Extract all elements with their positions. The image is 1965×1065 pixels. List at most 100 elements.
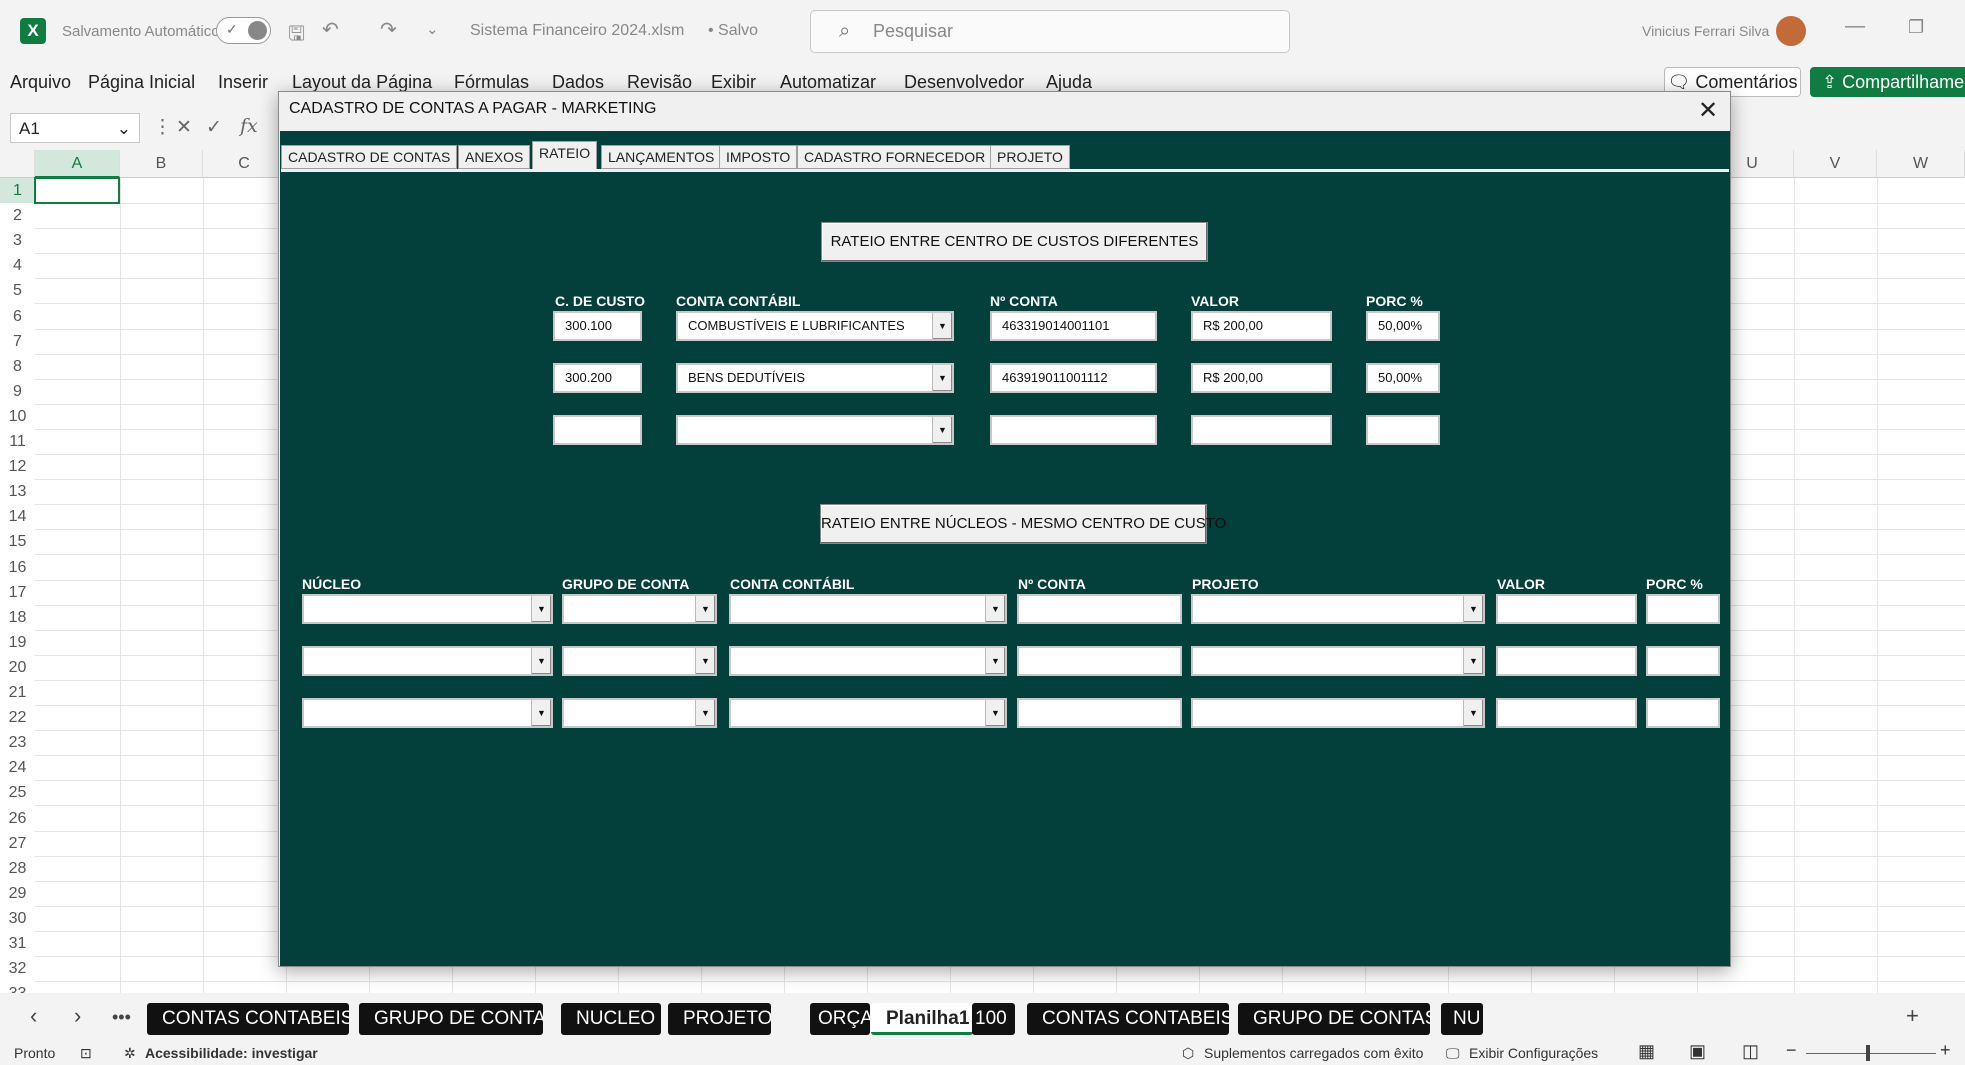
row-header[interactable]: 24 xyxy=(0,755,35,780)
valor-field[interactable] xyxy=(1191,415,1332,445)
undo-icon[interactable]: ↶ xyxy=(322,17,339,42)
row-header[interactable]: 11 xyxy=(0,429,35,454)
nucleo-combo[interactable]: ▼ xyxy=(302,594,553,624)
menu-pagina-inicial[interactable]: Página Inicial xyxy=(88,72,195,93)
scroll-left-icon[interactable]: ‹ xyxy=(30,1003,37,1029)
row-header[interactable]: 8 xyxy=(0,354,35,379)
macro-record-icon[interactable]: ⊡ xyxy=(80,1045,92,1062)
nucleo-combo[interactable]: ▼ xyxy=(302,698,553,728)
col-header-w[interactable]: W xyxy=(1877,150,1965,178)
page-layout-view-icon[interactable]: ▣ xyxy=(1689,1041,1706,1062)
grupo-conta-combo[interactable]: ▼ xyxy=(562,646,717,676)
more-icon[interactable]: ⋮ xyxy=(153,116,172,139)
insert-function-icon[interactable]: fx xyxy=(240,115,258,137)
row-header[interactable]: 18 xyxy=(0,605,35,630)
col-header-c[interactable]: C xyxy=(203,150,286,178)
save-icon[interactable]: 🖫 xyxy=(288,19,305,53)
menu-exibir[interactable]: Exibir xyxy=(711,72,756,93)
row-header[interactable]: 30 xyxy=(0,906,35,931)
display-settings[interactable]: Exibir Configurações xyxy=(1469,1045,1598,1061)
row-header[interactable]: 12 xyxy=(0,454,35,479)
select-all-corner[interactable] xyxy=(0,150,35,178)
menu-automatizar[interactable]: Automatizar xyxy=(780,72,876,93)
conta-contabil-combo[interactable]: BENS DEDUTÍVEIS ▼ xyxy=(676,363,954,393)
minimize-icon[interactable]: — xyxy=(1845,15,1865,38)
menu-inserir[interactable]: Inserir xyxy=(218,72,268,93)
sheet-tab[interactable]: CONTAS CONTABEIS xyxy=(1027,1003,1229,1035)
projeto-combo[interactable]: ▼ xyxy=(1191,594,1485,624)
row-header[interactable]: 13 xyxy=(0,479,35,504)
row-header[interactable]: 16 xyxy=(0,555,35,580)
row-header[interactable]: 3 xyxy=(0,228,35,253)
save-status[interactable]: • Salvo xyxy=(708,22,758,40)
numero-conta-field[interactable]: 463319014001101 xyxy=(990,311,1157,341)
accessibility-status[interactable]: Acessibilidade: investigar xyxy=(145,1045,318,1061)
sheet-tab[interactable]: GRUPO DE CONTAS xyxy=(359,1003,543,1035)
conta-contabil-combo[interactable]: ▼ xyxy=(676,415,954,445)
restore-icon[interactable]: ❐ xyxy=(1908,17,1924,38)
row-header[interactable]: 5 xyxy=(0,278,35,303)
menu-desenvolvedor[interactable]: Desenvolvedor xyxy=(904,72,1024,93)
rateio-centro-custos-button[interactable]: RATEIO ENTRE CENTRO DE CUSTOS DIFERENTES xyxy=(821,222,1208,262)
scroll-right-icon[interactable]: › xyxy=(74,1003,81,1029)
selected-cell[interactable] xyxy=(34,177,120,204)
porc-field[interactable]: 50,00% xyxy=(1366,363,1440,393)
redo-icon[interactable]: ↷ xyxy=(380,17,397,42)
dropdown-arrow-icon[interactable]: ▼ xyxy=(1463,596,1483,622)
nucleo-combo[interactable]: ▼ xyxy=(302,646,553,676)
row-header[interactable]: 1 xyxy=(0,178,35,203)
row-header[interactable]: 20 xyxy=(0,655,35,680)
zoom-out-icon[interactable]: − xyxy=(1786,1040,1797,1061)
zoom-slider[interactable] xyxy=(1806,1053,1936,1054)
grupo-conta-combo[interactable]: ▼ xyxy=(562,594,717,624)
row-header[interactable]: 25 xyxy=(0,780,35,805)
dropdown-arrow-icon[interactable]: ▼ xyxy=(932,313,952,339)
numero-conta-field[interactable] xyxy=(990,415,1157,445)
addins-status[interactable]: Suplementos carregados com êxito xyxy=(1204,1045,1423,1061)
menu-dados[interactable]: Dados xyxy=(552,72,604,93)
valor-field[interactable]: R$ 200,00 xyxy=(1191,311,1332,341)
valor-field[interactable] xyxy=(1496,594,1637,624)
row-header[interactable]: 14 xyxy=(0,504,35,529)
name-box[interactable]: A1 ⌄ xyxy=(10,113,140,143)
customize-qat-icon[interactable]: ⌄ xyxy=(426,20,439,38)
menu-formulas[interactable]: Fórmulas xyxy=(454,72,529,93)
dropdown-arrow-icon[interactable]: ▼ xyxy=(1463,700,1483,726)
sheet-tab[interactable]: CONTAS CONTABEIS xyxy=(147,1003,349,1035)
porc-field[interactable] xyxy=(1646,698,1720,728)
dropdown-arrow-icon[interactable]: ▼ xyxy=(985,700,1005,726)
row-header[interactable]: 7 xyxy=(0,329,35,354)
grupo-conta-combo[interactable]: ▼ xyxy=(562,698,717,728)
dropdown-arrow-icon[interactable]: ▼ xyxy=(531,700,551,726)
zoom-slider-thumb[interactable] xyxy=(1866,1045,1870,1061)
conta-contabil-combo[interactable]: ▼ xyxy=(729,646,1007,676)
valor-field[interactable]: R$ 200,00 xyxy=(1191,363,1332,393)
col-header-b[interactable]: B xyxy=(120,150,203,178)
menu-arquivo[interactable]: Arquivo xyxy=(10,72,71,93)
tab-lancamentos[interactable]: LANÇAMENTOS xyxy=(601,145,722,169)
user-name[interactable]: Vinicius Ferrari Silva xyxy=(1642,23,1769,39)
row-header[interactable]: 27 xyxy=(0,831,35,856)
dropdown-arrow-icon[interactable]: ▼ xyxy=(932,417,952,443)
enter-icon[interactable]: ✓ xyxy=(206,116,222,139)
dropdown-arrow-icon[interactable]: ▼ xyxy=(932,365,952,391)
conta-contabil-combo[interactable]: ▼ xyxy=(729,594,1007,624)
sheet-tab[interactable]: GRUPO DE CONTAS xyxy=(1238,1003,1430,1035)
zoom-in-icon[interactable]: + xyxy=(1940,1040,1951,1061)
numero-conta-field[interactable] xyxy=(1017,698,1182,728)
row-header[interactable]: 2 xyxy=(0,203,35,228)
more-sheets-icon[interactable]: ••• xyxy=(112,1007,131,1028)
conta-contabil-combo[interactable]: ▼ xyxy=(729,698,1007,728)
menu-ajuda[interactable]: Ajuda xyxy=(1046,72,1092,93)
normal-view-icon[interactable]: ▦ xyxy=(1638,1041,1655,1062)
tab-projeto[interactable]: PROJETO xyxy=(990,145,1070,169)
valor-field[interactable] xyxy=(1496,698,1637,728)
projeto-combo[interactable]: ▼ xyxy=(1191,646,1485,676)
cancel-icon[interactable]: ✕ xyxy=(176,116,192,139)
dropdown-arrow-icon[interactable]: ▼ xyxy=(695,648,715,674)
porc-field[interactable] xyxy=(1366,415,1440,445)
sheet-tab[interactable]: PROJETO xyxy=(668,1003,771,1035)
porc-field[interactable]: 50,00% xyxy=(1366,311,1440,341)
menu-revisao[interactable]: Revisão xyxy=(627,72,692,93)
share-button[interactable]: ⇪ Compartilhamento xyxy=(1810,67,1965,97)
